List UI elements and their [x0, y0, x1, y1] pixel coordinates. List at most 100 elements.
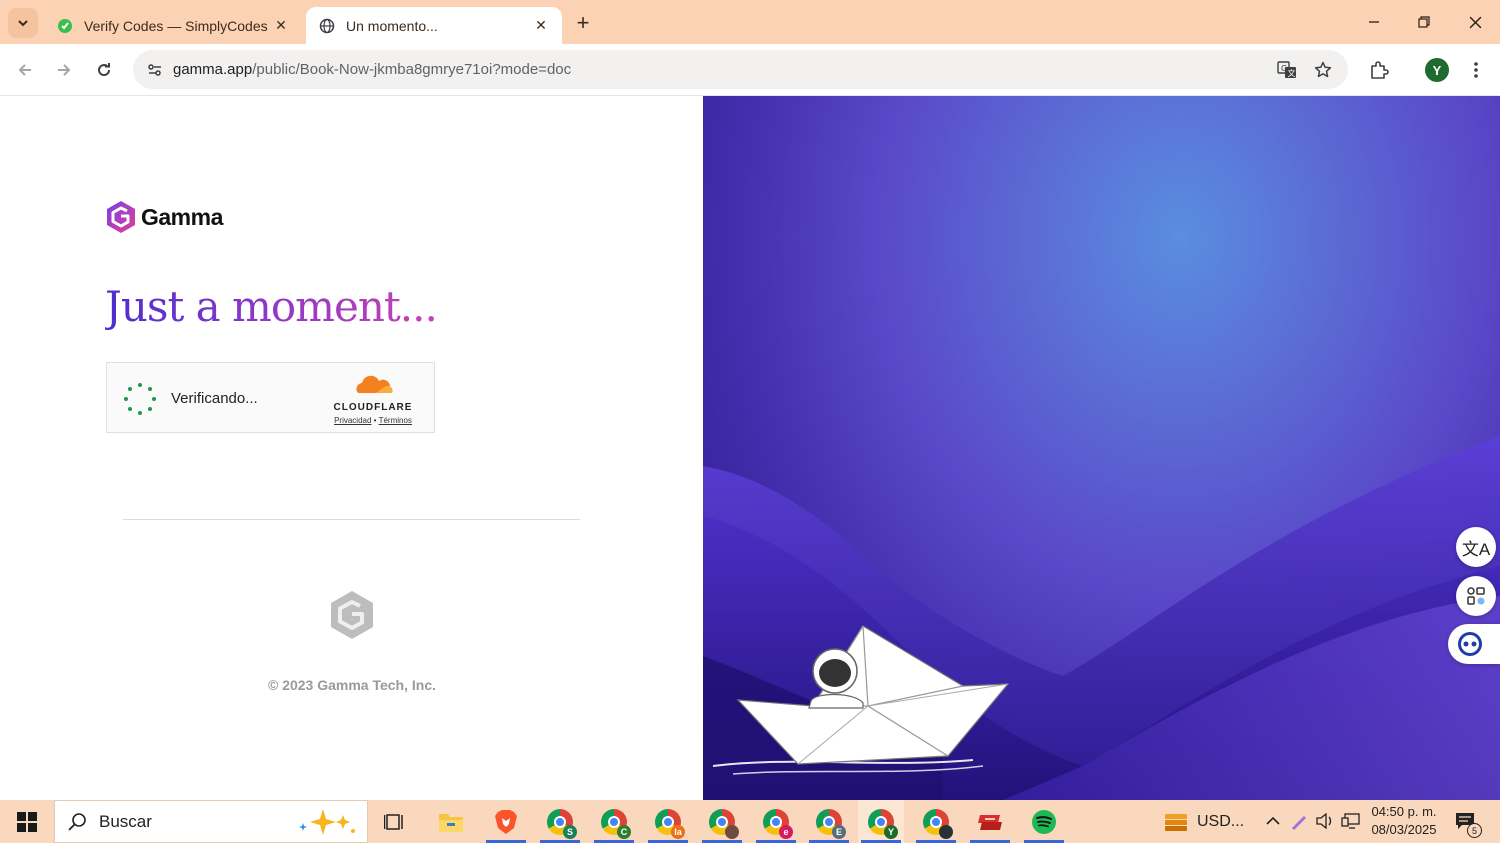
task-view-icon [384, 813, 403, 830]
chrome-profile-la-button[interactable]: la [645, 800, 691, 843]
forward-arrow-icon [58, 64, 71, 76]
browser-toolbar: gamma.app/public/Book-Now-jkmba8gmrye71o… [0, 44, 1500, 96]
chrome-profile-s-button[interactable]: S [537, 800, 583, 843]
svg-text:文: 文 [1288, 68, 1296, 78]
profile-badge [725, 824, 739, 839]
cloudflare-verification-widget[interactable]: Verificando... CLOUDFLARE Privacidad • T… [106, 362, 435, 433]
chrome-profile-dark-button[interactable] [913, 800, 959, 843]
bookmark-button[interactable] [1309, 56, 1337, 84]
start-button[interactable] [0, 800, 54, 843]
logo-text: Gamma [141, 203, 223, 230]
taskbar-clock[interactable]: 04:50 p. m. 08/03/2025 [1366, 803, 1442, 839]
divider [123, 519, 580, 520]
assistant-widget-button[interactable] [1448, 624, 1500, 664]
avatar: Y [1425, 58, 1449, 82]
cloudflare-cloud-icon [356, 375, 393, 393]
chevron-up-icon [1266, 816, 1280, 825]
windows-logo-icon [17, 811, 37, 832]
search-placeholder: Buscar [99, 811, 152, 831]
translate-icon: 文A [1461, 539, 1491, 559]
forward-button[interactable] [49, 55, 79, 85]
close-window-button[interactable] [1457, 8, 1493, 36]
chrome-icon: E [816, 808, 846, 839]
taskbar-search-box[interactable]: Buscar [54, 800, 368, 843]
profile-badge: E [832, 824, 846, 839]
mountain-boat-illustration [703, 436, 1500, 800]
translate-widget-button[interactable]: 文A [1456, 527, 1496, 567]
translate-button[interactable]: G文 [1273, 56, 1301, 84]
page-title: Just a moment... [105, 282, 438, 331]
folder-icon [439, 813, 463, 832]
chrome-icon: S [547, 808, 577, 839]
privacy-link[interactable]: Privacidad [334, 416, 371, 425]
brave-browser-button[interactable] [483, 800, 529, 843]
hero-illustration [703, 96, 1500, 800]
verification-status: Verificando... [171, 390, 258, 407]
tab-search-button[interactable] [8, 8, 38, 38]
chrome-profile-e-button[interactable]: e [753, 800, 799, 843]
gamma-logo-icon [107, 201, 135, 233]
close-tab-icon[interactable]: ✕ [272, 17, 290, 35]
windows-taskbar: Buscar S C la e E Y USD... 04:50 p. m. 0… [0, 800, 1500, 843]
remote-desktop-icon [978, 814, 1002, 830]
copilot-sparkle-icon [299, 808, 355, 835]
apps-grid-icon [1467, 587, 1485, 605]
reload-button[interactable] [89, 55, 119, 85]
volume-icon[interactable] [1314, 810, 1336, 832]
terms-link[interactable]: Términos [379, 416, 412, 425]
restore-icon [1418, 16, 1430, 28]
link-separator: • [373, 416, 377, 425]
gamma-footer-logo-icon [331, 591, 373, 639]
menu-button[interactable] [1461, 55, 1491, 85]
profile-button[interactable]: Y [1422, 55, 1452, 85]
file-explorer-button[interactable] [428, 800, 474, 843]
close-tab-icon[interactable]: ✕ [532, 17, 550, 35]
chrome-profile-y-button[interactable]: Y [858, 800, 904, 843]
chevron-down-icon [18, 20, 28, 27]
restore-button[interactable] [1406, 8, 1442, 36]
back-arrow-icon [18, 64, 31, 76]
spotify-button[interactable] [1021, 800, 1067, 843]
chrome-icon [709, 808, 739, 839]
web-page: Gamma Just a moment... Verificando... CL… [0, 96, 1500, 800]
tab-strip: Verify Codes — SimplyCodes ✕ Un momento.… [0, 0, 1500, 44]
stocks-widget-label[interactable]: USD... [1197, 800, 1244, 843]
spotify-icon [1032, 809, 1056, 834]
network-icon[interactable] [1340, 810, 1362, 832]
cloudflare-label: CLOUDFLARE [333, 402, 413, 413]
tab-gamma[interactable]: Un momento... ✕ [306, 7, 562, 44]
brave-lion-icon [495, 809, 517, 834]
new-tab-button[interactable]: + [570, 10, 596, 36]
more-vertical-icon [1474, 62, 1478, 78]
minimize-button[interactable] [1356, 8, 1392, 36]
copyright-text: © 2023 Gamma Tech, Inc. [267, 677, 437, 693]
chrome-profile-E-button[interactable]: E [806, 800, 852, 843]
search-icon [68, 812, 86, 831]
globe-icon [318, 17, 336, 35]
pen-menu-icon[interactable] [1288, 810, 1310, 832]
site-info-button[interactable] [141, 56, 169, 84]
cloudflare-brand: CLOUDFLARE Privacidad • Términos [329, 375, 417, 425]
chrome-icon [923, 808, 953, 839]
show-hidden-icons-button[interactable] [1262, 810, 1284, 832]
task-view-button[interactable] [372, 800, 418, 843]
minimize-icon [1369, 21, 1379, 23]
google-translate-icon: G文 [1277, 61, 1296, 78]
loading-spinner-icon [124, 383, 156, 415]
extensions-button[interactable] [1364, 55, 1394, 85]
stocks-widget-icon[interactable] [1162, 810, 1190, 832]
profile-badge: e [779, 824, 793, 839]
puzzle-icon [1371, 61, 1389, 79]
gamma-logo[interactable]: Gamma [105, 200, 223, 234]
chrome-profile-photo-button[interactable] [699, 800, 745, 843]
notification-center-button[interactable]: 5 [1452, 808, 1482, 838]
apps-widget-button[interactable] [1456, 576, 1496, 616]
back-button[interactable] [10, 55, 40, 85]
anydesk-button[interactable] [967, 800, 1013, 843]
profile-badge: la [671, 824, 685, 839]
address-bar[interactable]: gamma.app/public/Book-Now-jkmba8gmrye71o… [133, 50, 1348, 89]
chrome-profile-c-button[interactable]: C [591, 800, 637, 843]
profile-badge: Y [884, 824, 898, 839]
tab-simplycodes[interactable]: Verify Codes — SimplyCodes ✕ [44, 7, 302, 44]
url-text[interactable]: gamma.app/public/Book-Now-jkmba8gmrye71o… [173, 61, 571, 78]
